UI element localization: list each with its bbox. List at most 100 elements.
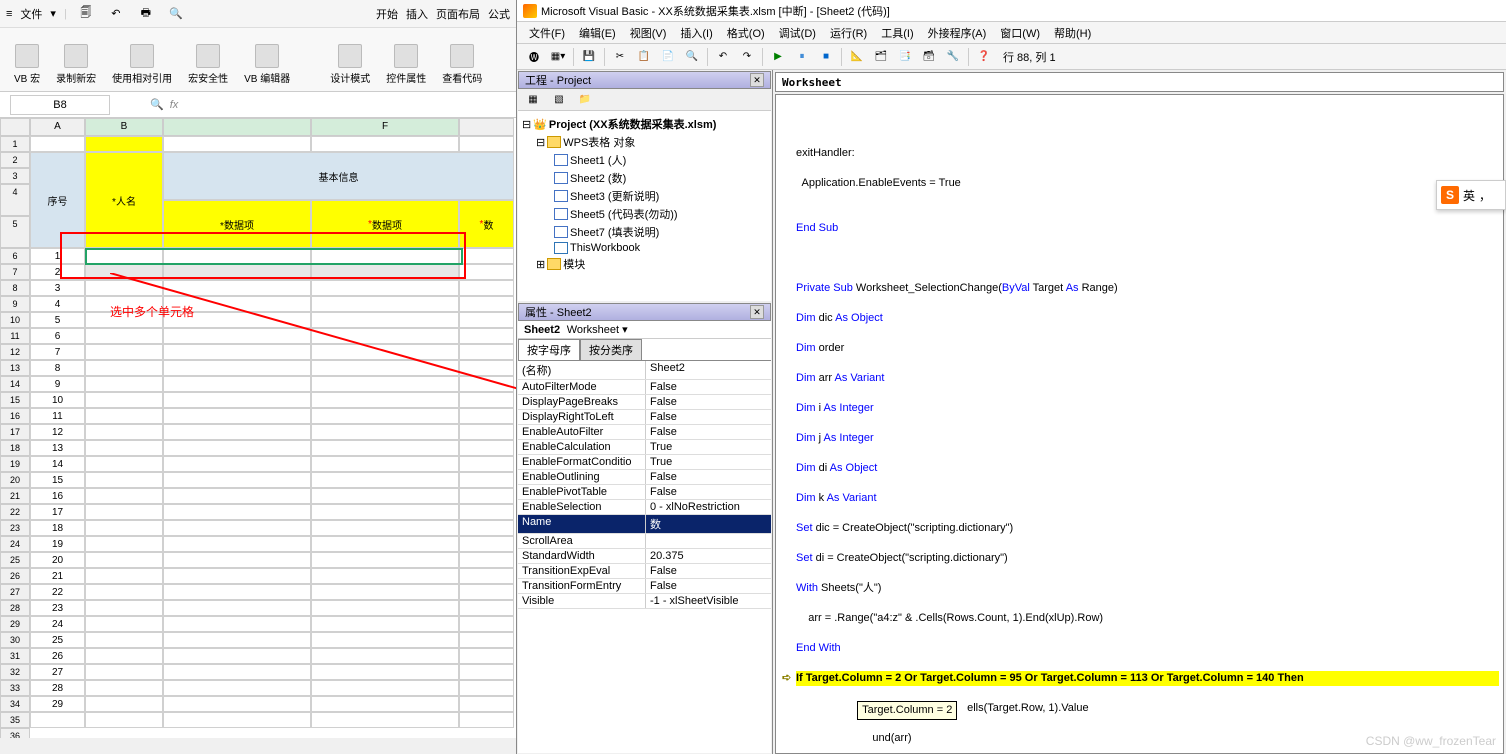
name-box[interactable]: B8 — [10, 95, 110, 115]
col-header[interactable]: A — [30, 118, 85, 136]
row-header[interactable]: 34 — [0, 696, 30, 712]
tree-sheet-item[interactable]: Sheet7 (填表说明) — [522, 223, 767, 241]
vbe-menu-item[interactable]: 格式(O) — [721, 23, 771, 43]
object-dropdown[interactable]: Worksheet ▾ — [567, 324, 628, 336]
row-header[interactable]: 27 — [0, 584, 30, 600]
table-row[interactable]: 13 — [30, 440, 514, 456]
project-icon[interactable]: 🗂 — [870, 47, 892, 67]
tab-categorized[interactable]: 按分类序 — [580, 339, 642, 360]
table-row[interactable]: 29 — [30, 696, 514, 712]
tab-alphabetic[interactable]: 按字母序 — [518, 339, 580, 360]
table-row[interactable]: 11 — [30, 408, 514, 424]
row-header[interactable]: 23 — [0, 520, 30, 536]
row-header[interactable]: 6 — [0, 248, 30, 264]
close-icon[interactable]: ✕ — [750, 305, 764, 319]
view-code-button[interactable]: 查看代码 — [436, 42, 488, 87]
property-row[interactable]: ScrollArea — [518, 534, 771, 549]
property-row[interactable]: Visible-1 - xlSheetVisible — [518, 594, 771, 609]
find-icon[interactable]: 🔍 — [681, 47, 703, 67]
row-header[interactable]: 33 — [0, 680, 30, 696]
table-row[interactable]: 8 — [30, 360, 514, 376]
row-header[interactable]: 5 — [0, 216, 30, 248]
project-tree[interactable]: ⊟👑Project (XX系统数据采集表.xlsm) ⊟WPS表格 对象 She… — [518, 111, 771, 301]
vbe-menu-item[interactable]: 视图(V) — [624, 23, 673, 43]
table-row[interactable]: 18 — [30, 520, 514, 536]
row-header[interactable]: 16 — [0, 408, 30, 424]
design-icon[interactable]: 📐 — [846, 47, 868, 67]
row-header[interactable]: 7 — [0, 264, 30, 280]
row-header[interactable]: 21 — [0, 488, 30, 504]
row-header[interactable]: 30 — [0, 632, 30, 648]
col-header[interactable]: F — [311, 118, 459, 136]
property-row[interactable]: EnableOutliningFalse — [518, 470, 771, 485]
ime-indicator[interactable]: S 英， — [1436, 180, 1506, 210]
property-row[interactable]: EnableSelection0 - xlNoRestriction — [518, 500, 771, 515]
property-row[interactable]: EnableAutoFilterFalse — [518, 425, 771, 440]
tab-insert[interactable]: 插入 — [406, 6, 428, 22]
table-row[interactable]: 27 — [30, 664, 514, 680]
table-row[interactable]: 26 — [30, 648, 514, 664]
row-header[interactable]: 12 — [0, 344, 30, 360]
save-icon[interactable]: 💾 — [578, 47, 600, 67]
row-header[interactable]: 3 — [0, 168, 30, 184]
vbe-menu-item[interactable]: 编辑(E) — [573, 23, 622, 43]
tree-sheet-item[interactable]: ThisWorkbook — [522, 241, 767, 255]
table-row[interactable]: 24 — [30, 616, 514, 632]
row-header[interactable]: 8 — [0, 280, 30, 296]
preview-icon[interactable]: 🔍 — [165, 3, 187, 25]
tree-sheet-item[interactable]: Sheet2 (数) — [522, 169, 767, 187]
undo-icon[interactable]: ↶ — [712, 47, 734, 67]
table-row[interactable]: 10 — [30, 392, 514, 408]
tab-start[interactable]: 开始 — [376, 6, 398, 22]
table-row[interactable]: 17 — [30, 504, 514, 520]
table-row[interactable]: 28 — [30, 680, 514, 696]
table-row[interactable]: 1 — [30, 248, 514, 264]
folder-icon[interactable]: 📁 — [574, 90, 596, 110]
record-macro-button[interactable]: 录制新宏 — [50, 42, 102, 87]
copy-icon[interactable]: 📋 — [633, 47, 655, 67]
row-header[interactable]: 10 — [0, 312, 30, 328]
vbe-menu-item[interactable]: 运行(R) — [824, 23, 873, 43]
fx-icon[interactable]: fx — [170, 99, 179, 111]
row-header[interactable]: 22 — [0, 504, 30, 520]
search-icon[interactable]: 🔍 — [150, 98, 164, 111]
tree-sheet-item[interactable]: Sheet5 (代码表(勿动)) — [522, 205, 767, 223]
properties-grid[interactable]: (名称)Sheet2AutoFilterModeFalseDisplayPage… — [518, 361, 771, 753]
property-row[interactable]: DisplayPageBreaksFalse — [518, 395, 771, 410]
table-row[interactable]: 7 — [30, 344, 514, 360]
property-row[interactable]: Name数 — [518, 515, 771, 534]
stop-icon[interactable]: ■ — [815, 47, 837, 67]
insert-icon[interactable]: ▦▾ — [547, 47, 569, 67]
vbe-menu-item[interactable]: 外接程序(A) — [922, 23, 993, 43]
property-row[interactable]: DisplayRightToLeftFalse — [518, 410, 771, 425]
close-icon[interactable]: ✕ — [750, 73, 764, 87]
property-row[interactable]: EnableCalculationTrue — [518, 440, 771, 455]
vbe-menu-item[interactable]: 插入(I) — [674, 23, 718, 43]
paste-icon[interactable]: 📄 — [657, 47, 679, 67]
redo-icon[interactable]: ↷ — [736, 47, 758, 67]
select-all-corner[interactable] — [0, 118, 30, 136]
tree-sheet-item[interactable]: Sheet3 (更新说明) — [522, 187, 767, 205]
row-header[interactable]: 14 — [0, 376, 30, 392]
table-row[interactable]: 20 — [30, 552, 514, 568]
vbe-menu-item[interactable]: 工具(I) — [875, 23, 919, 43]
table-row[interactable]: 25 — [30, 632, 514, 648]
row-header[interactable]: 1 — [0, 136, 30, 152]
row-header[interactable]: 15 — [0, 392, 30, 408]
save-icon[interactable]: 🗐 — [75, 3, 97, 25]
spreadsheet-grid[interactable]: A B F 1234567891011121314151617181920212… — [0, 118, 516, 738]
undo-icon[interactable]: ↶ — [105, 3, 127, 25]
col-header[interactable] — [459, 118, 514, 136]
toolbox-icon[interactable]: 🔧 — [942, 47, 964, 67]
table-row[interactable]: 2 — [30, 264, 514, 280]
browser-icon[interactable]: 🗃 — [918, 47, 940, 67]
table-row[interactable]: 3 — [30, 280, 514, 296]
table-row[interactable]: 22 — [30, 584, 514, 600]
design-mode-button[interactable]: 设计模式 — [324, 42, 376, 87]
view-object-icon[interactable]: ▧ — [548, 90, 570, 110]
row-header[interactable]: 32 — [0, 664, 30, 680]
row-header[interactable]: 2 — [0, 152, 30, 168]
view-icon[interactable]: 🅦 — [523, 47, 545, 67]
col-header[interactable] — [163, 118, 311, 136]
property-row[interactable]: AutoFilterModeFalse — [518, 380, 771, 395]
